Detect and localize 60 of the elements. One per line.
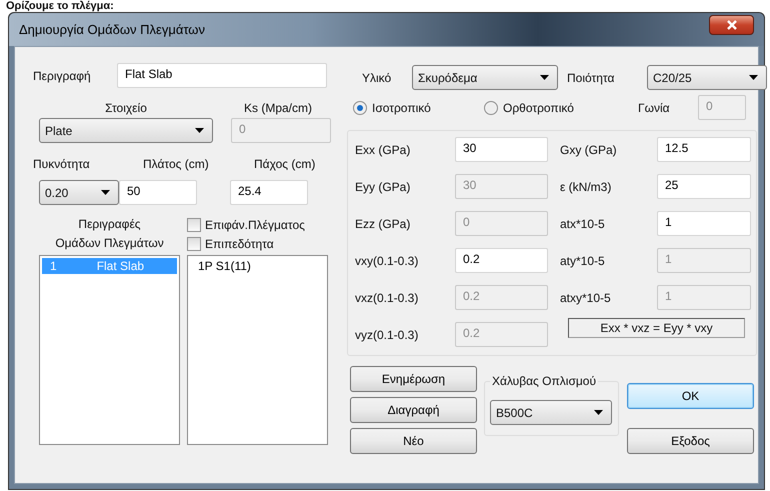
field-label: Ezz (GPa): [355, 216, 412, 230]
text-field[interactable]: 25.4: [230, 180, 308, 205]
group-label: Χάλυβας Οπλισμού: [491, 374, 598, 388]
field-label: Στοιχείο: [104, 101, 148, 115]
text-field[interactable]: 12.5: [657, 137, 751, 162]
dropdown-arrow-icon: [195, 128, 204, 133]
radio-button[interactable]: [353, 100, 367, 114]
field-label: ε (kN/m3): [560, 180, 612, 194]
dropdown-arrow-icon: [101, 190, 110, 195]
dropdown-arrow-icon: [540, 75, 549, 80]
text-field[interactable]: 0.2: [455, 248, 548, 273]
field-label: Επιφάν.Πλέγματος: [205, 218, 305, 232]
field-label: atx*10-5: [560, 216, 606, 230]
field-label: Γωνία: [638, 100, 671, 114]
field-label: Πλάτος (cm): [143, 157, 210, 171]
field-label: Υλικό: [361, 70, 392, 84]
field-label: Eyy (GPa): [355, 180, 412, 194]
text-field[interactable]: 50: [119, 180, 197, 205]
close-button[interactable]: [709, 14, 754, 34]
field-label: Exx (GPa): [355, 142, 412, 156]
field-label: Gxy (GPa): [560, 142, 618, 156]
text-field[interactable]: Flat Slab: [117, 63, 327, 88]
dropdown[interactable]: B500C: [490, 400, 612, 425]
dropdown-arrow-icon: [749, 75, 758, 80]
field-label: Επιπεδότητα: [205, 236, 274, 250]
dropdown-arrow-icon: [594, 410, 603, 415]
formula-label: Exx * vxz = Eyy * vxy: [568, 318, 745, 338]
dropdown[interactable]: Σκυρόδεμα: [412, 65, 558, 90]
action-button[interactable]: Νέο: [350, 428, 477, 454]
action-button[interactable]: Ενημέρωση: [350, 366, 477, 392]
field-label: vyz(0.1-0.3): [355, 328, 420, 342]
checkbox[interactable]: [187, 218, 201, 232]
field-label: aty*10-5: [560, 254, 606, 268]
field-label: Ποιότητα: [567, 70, 616, 84]
field-label: vxy(0.1-0.3): [355, 254, 420, 268]
heading: Ορίζουμε το πλέγμα:: [5, 0, 115, 12]
checkbox[interactable]: [187, 236, 201, 250]
window-title: Δημιουργία Ομάδων Πλεγμάτων: [19, 22, 205, 37]
field-label: Ορθοτροπικό: [503, 100, 574, 114]
field-label: Ισοτροπικό: [372, 100, 431, 114]
dropdown[interactable]: Plate: [39, 118, 213, 143]
field-label: Πυκνότητα: [33, 157, 91, 171]
dropdown[interactable]: 0.20: [39, 180, 119, 205]
field-label: vxz(0.1-0.3): [355, 290, 420, 304]
action-button[interactable]: Διαγραφή: [350, 397, 477, 423]
text-field[interactable]: 1: [657, 211, 751, 236]
dropdown[interactable]: C20/25: [647, 65, 767, 90]
field-label: Ks (Mpa/cm): [242, 101, 313, 115]
dialog-button[interactable]: OK: [627, 383, 754, 409]
field-label: Ομάδων Πλεγμάτων: [54, 235, 165, 252]
field-label: Περιγραφές: [77, 216, 142, 233]
close-icon: [726, 20, 736, 30]
text-field[interactable]: 30: [455, 137, 548, 162]
field-label: Πάχος (cm): [254, 157, 316, 171]
list-item[interactable]: 1P S1(11): [190, 258, 325, 274]
field-label: atxy*10-5: [560, 290, 612, 304]
dialog-button[interactable]: Εξοδος: [627, 428, 754, 454]
field-label: Περιγραφή: [32, 68, 92, 82]
radio-button[interactable]: [484, 100, 498, 114]
text-field[interactable]: 25: [657, 174, 751, 199]
